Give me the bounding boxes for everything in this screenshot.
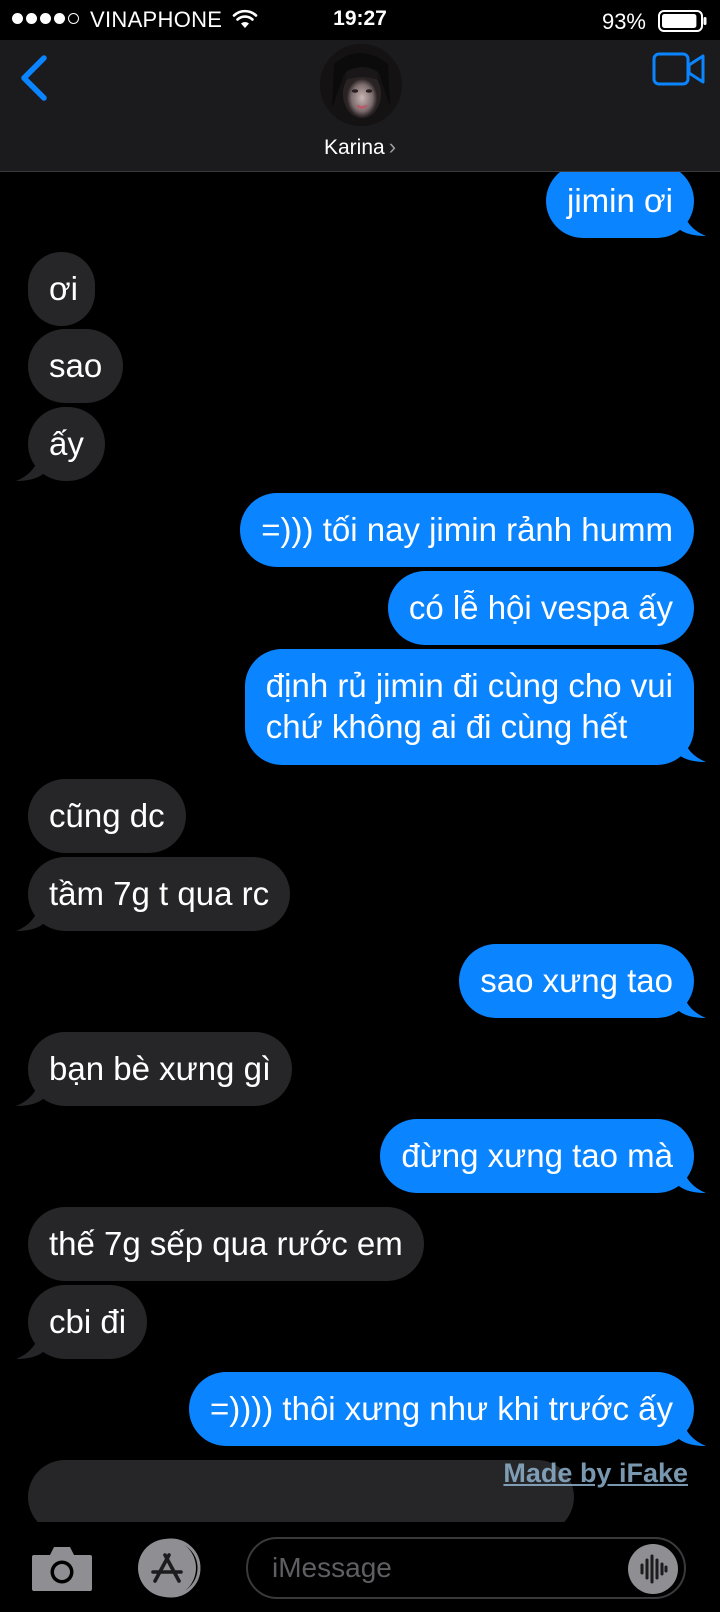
contact-name: Karina [323,136,385,159]
bubble-tail [16,453,46,481]
contact-photo [320,44,402,126]
imessage-input[interactable] [246,1537,686,1599]
bubble-tail [676,1165,706,1193]
message-bubble-outgoing[interactable]: =)))) thôi xưng như khi trước ấy [189,1372,694,1446]
audio-waveform-icon [640,1554,668,1584]
message-bubble-outgoing[interactable]: định rủ jimin đi cùng cho vui chứ không … [244,649,694,765]
message-bubble-incoming[interactable]: bạn bè xưng gì [28,1032,293,1106]
message-bubble-incoming[interactable]: sao [28,329,124,403]
bubble-tail [676,1418,706,1446]
camera-button[interactable] [30,1543,94,1595]
conversation-header: Karina › [0,40,720,172]
message-list[interactable]: jimin ơi ơi sao ấy =))) tối nay jimin rả… [0,172,720,1522]
message-bubble-outgoing[interactable]: đừng xưng tao mà [380,1119,694,1193]
bubble-tail [16,1078,46,1106]
bubble-tail [676,990,706,1018]
message-bubble-incoming[interactable] [28,1460,574,1522]
bubble-tail [16,1331,46,1359]
status-bar: VINAPHONE 19:27 93% [0,0,720,40]
message-bubble-outgoing[interactable]: sao xưng tao [459,944,694,1018]
battery-percent: 93% [601,9,646,34]
camera-icon [32,1547,92,1591]
chevron-right-icon: › [388,134,397,159]
facetime-video-button[interactable] [652,50,706,88]
chevron-left-icon [21,55,47,101]
video-camera-icon [652,52,705,86]
app-store-icon [138,1538,201,1598]
message-bubble-incoming[interactable]: cũng dc [28,779,186,853]
message-bubble-incoming[interactable]: thế 7g sếp qua rước em [28,1207,424,1281]
bubble-tail [676,208,706,236]
audio-message-button[interactable] [628,1544,678,1594]
message-bubble-outgoing[interactable]: có lễ hội vespa ấy [387,571,694,645]
contact-name-button[interactable]: Karina › [0,134,720,160]
message-bubble-outgoing[interactable]: jimin ơi [546,172,694,238]
message-bubble-incoming[interactable]: tầm 7g t qua rc [28,857,291,931]
watermark: Made by iFake [503,1458,688,1488]
message-bubble-outgoing[interactable]: =))) tối nay jimin rảnh humm [240,493,694,567]
back-button[interactable] [14,50,54,106]
bubble-tail [16,903,46,931]
composer-bar [0,1523,720,1612]
battery-icon [658,10,707,32]
message-bubble-incoming[interactable]: ơi [28,252,95,326]
avatar[interactable] [320,44,402,126]
app-store-button[interactable] [135,1537,207,1599]
bubble-tail [676,734,706,762]
